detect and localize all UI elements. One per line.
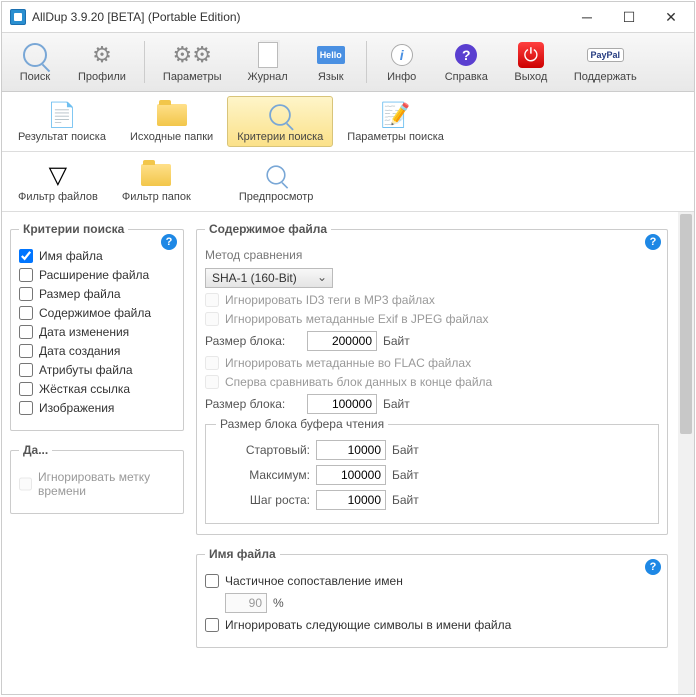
chk-partial-match[interactable]: Частичное сопоставление имен <box>205 574 659 588</box>
chk-compare-end: Сперва сравнивать блок данных в конце фа… <box>205 375 659 389</box>
params-icon: 📝 <box>379 100 413 130</box>
block-label-2: Размер блока: <box>205 397 301 411</box>
scrollbar-thumb[interactable] <box>680 214 692 434</box>
method-select[interactable]: SHA-1 (160-Bit) <box>205 268 333 288</box>
chk-ignore-id3: Игнорировать ID3 теги в MP3 файлах <box>205 293 659 307</box>
chk-ignore-timestamp: Игнорировать метку времени <box>19 470 175 498</box>
folder-filter-icon <box>139 160 173 190</box>
tab-search-criteria[interactable]: Критерии поиска <box>227 96 333 147</box>
help-icon[interactable]: ? <box>161 234 177 250</box>
preview-button[interactable]: Предпросмотр <box>229 156 324 207</box>
chk-content[interactable]: Содержимое файла <box>19 306 175 320</box>
preview-icon <box>259 160 293 190</box>
percent-input <box>225 593 267 613</box>
main-toolbar: Поиск ⚙︎Профили ⚙︎⚙︎Параметры Журнал Hel… <box>2 32 694 92</box>
file-content-group: Содержимое файла ? Метод сравнения SHA-1… <box>196 222 668 535</box>
help-icon: ? <box>452 41 480 69</box>
gear-icon: ⚙︎ <box>88 41 116 69</box>
filename-group: Имя файла ? Частичное сопоставление имен… <box>196 547 668 648</box>
help-icon[interactable]: ? <box>645 234 661 250</box>
power-icon: ⏻ <box>517 41 545 69</box>
log-button[interactable]: Журнал <box>238 37 298 87</box>
chk-size[interactable]: Размер файла <box>19 287 175 301</box>
hello-icon: Hello <box>317 41 345 69</box>
language-button[interactable]: HelloЯзык <box>304 37 358 87</box>
minimize-button[interactable]: ─ <box>566 3 608 31</box>
buffer-legend: Размер блока буфера чтения <box>216 417 388 431</box>
separator <box>366 41 367 83</box>
chk-hardlink[interactable]: Жёсткая ссылка <box>19 382 175 396</box>
chk-ignore-flac: Игнорировать метаданные во FLAC файлах <box>205 356 659 370</box>
left-column: Критерии поиска ? Имя файла Расширение ф… <box>2 212 192 694</box>
chk-mod-date[interactable]: Дата изменения <box>19 325 175 339</box>
file-filter-icon: ▽ <box>41 160 75 190</box>
tab-search-params[interactable]: 📝Параметры поиска <box>337 96 454 147</box>
info-button[interactable]: iИнфо <box>375 37 429 87</box>
log-icon <box>254 41 282 69</box>
tabs-toolbar: 📄Результат поиска Исходные папки Критери… <box>2 92 694 152</box>
chk-attributes[interactable]: Атрибуты файла <box>19 363 175 377</box>
chk-images[interactable]: Изображения <box>19 401 175 415</box>
window-title: AllDup 3.9.20 [BETA] (Portable Edition) <box>32 10 566 24</box>
block-size-2-input[interactable] <box>307 394 377 414</box>
close-button[interactable]: ✕ <box>650 3 692 31</box>
chk-create-date[interactable]: Дата создания <box>19 344 175 358</box>
block-label: Размер блока: <box>205 334 301 348</box>
block-size-1-input[interactable] <box>307 331 377 351</box>
buffer-start-input[interactable] <box>316 440 386 460</box>
folder-icon <box>155 100 189 130</box>
filter-toolbar: ▽Фильтр файлов Фильтр папок Предпросмотр <box>2 152 694 212</box>
chk-filename[interactable]: Имя файла <box>19 249 175 263</box>
criteria-legend: Критерии поиска <box>19 222 128 236</box>
search-button[interactable]: Поиск <box>8 37 62 87</box>
buffer-step-input[interactable] <box>316 490 386 510</box>
app-icon <box>10 9 26 25</box>
help-icon[interactable]: ? <box>645 559 661 575</box>
app-window: AllDup 3.9.20 [BETA] (Portable Edition) … <box>1 1 695 695</box>
buffer-group: Размер блока буфера чтения Стартовый:Бай… <box>205 424 659 524</box>
max-label: Максимум: <box>214 468 310 482</box>
content-legend: Содержимое файла <box>205 222 331 236</box>
criteria-group: Критерии поиска ? Имя файла Расширение ф… <box>10 222 184 431</box>
tab-search-result[interactable]: 📄Результат поиска <box>8 96 116 147</box>
separator <box>144 41 145 83</box>
folder-filter-button[interactable]: Фильтр папок <box>112 156 201 207</box>
help-button[interactable]: ?Справка <box>435 37 498 87</box>
content-area: Критерии поиска ? Имя файла Расширение ф… <box>2 212 694 694</box>
titlebar: AllDup 3.9.20 [BETA] (Portable Edition) … <box>2 2 694 32</box>
chk-ignore-chars[interactable]: Игнорировать следующие символы в имени ф… <box>205 618 659 632</box>
maximize-button[interactable]: ☐ <box>608 3 650 31</box>
info-icon: i <box>388 41 416 69</box>
donate-button[interactable]: PayPalПоддержать <box>564 37 647 87</box>
start-label: Стартовый: <box>214 443 310 457</box>
scrollbar[interactable] <box>678 212 694 694</box>
right-column: Содержимое файла ? Метод сравнения SHA-1… <box>192 212 694 694</box>
step-label: Шаг роста: <box>214 493 310 507</box>
gears-icon: ⚙︎⚙︎ <box>178 41 206 69</box>
method-label: Метод сравнения <box>205 248 659 262</box>
file-filter-button[interactable]: ▽Фильтр файлов <box>8 156 108 207</box>
tab-source-folders[interactable]: Исходные папки <box>120 96 223 147</box>
settings-button[interactable]: ⚙︎⚙︎Параметры <box>153 37 232 87</box>
buffer-max-input[interactable] <box>316 465 386 485</box>
date-legend: Да... <box>19 443 52 457</box>
chk-extension[interactable]: Расширение файла <box>19 268 175 282</box>
paypal-icon: PayPal <box>591 41 619 69</box>
date-group: Да... Игнорировать метку времени <box>10 443 184 514</box>
chk-ignore-exif: Игнорировать метаданные Exif в JPEG файл… <box>205 312 659 326</box>
search-icon <box>21 41 49 69</box>
result-icon: 📄 <box>45 100 79 130</box>
search-criteria-icon <box>263 100 297 130</box>
profiles-button[interactable]: ⚙︎Профили <box>68 37 136 87</box>
filename-legend: Имя файла <box>205 547 280 561</box>
exit-button[interactable]: ⏻Выход <box>504 37 558 87</box>
